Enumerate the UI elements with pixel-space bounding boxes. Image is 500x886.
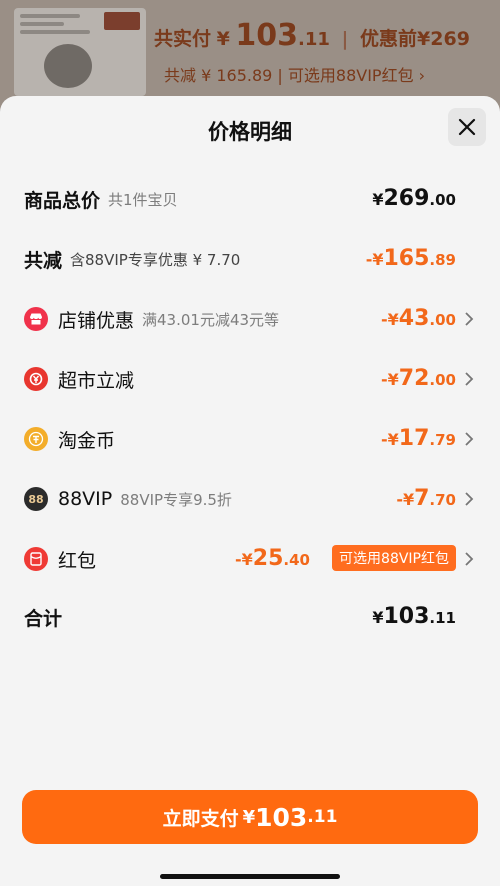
row-note: 含88VIP专享优惠 ¥ 7.70	[70, 250, 241, 269]
row-label: 88VIP	[58, 488, 113, 510]
row-note: 共1件宝贝	[108, 190, 178, 209]
home-indicator[interactable]	[160, 874, 340, 879]
background-discount-summary: 共减 ¥ 165.89 | 可选用88VIP红包 ›	[164, 66, 426, 85]
background-total-paid: 共实付 ¥ 103.11 | 优惠前¥269	[154, 18, 470, 53]
row-label: 商品总价	[24, 189, 101, 212]
vip-red-envelope-tag[interactable]: 可选用88VIP红包	[332, 545, 456, 571]
red-envelope-icon	[24, 547, 48, 571]
close-icon	[458, 118, 476, 136]
product-thumbnail	[14, 8, 146, 96]
chevron-right-icon	[465, 372, 474, 386]
row-shop-discount[interactable]: 店铺优惠 满43.01元减43元等 -¥43.00	[24, 302, 476, 336]
row-label: 店铺优惠	[58, 309, 135, 332]
chevron-right-icon	[465, 432, 474, 446]
row-sum: 合计 ¥103.11	[24, 600, 476, 634]
chevron-right-icon	[465, 552, 474, 566]
row-88vip[interactable]: 88 88VIP 88VIP专享9.5折 -¥7.70	[24, 482, 476, 516]
chevron-right-icon	[465, 312, 474, 326]
shop-icon	[24, 307, 48, 331]
close-button[interactable]	[448, 108, 486, 146]
row-note: 满43.01元减43元等	[142, 310, 280, 329]
row-label: 合计	[24, 607, 63, 630]
supermarket-cut-value: -¥72.00	[381, 366, 456, 391]
row-note: 88VIP专享9.5折	[120, 490, 232, 509]
supermarket-cut-icon	[24, 367, 48, 391]
price-detail-sheet: 价格明细 商品总价 共1件宝贝 ¥269.00 共减 含88VIP专享优惠 ¥ …	[0, 96, 500, 886]
background-order-summary: 共实付 ¥ 103.11 | 优惠前¥269 共减 ¥ 165.89 | 可选用…	[0, 0, 500, 110]
row-label: 淘金币	[58, 429, 116, 452]
sheet-title: 价格明细	[208, 120, 292, 144]
gold-coin-icon	[24, 427, 48, 451]
red-envelope-value: -¥25.40	[235, 546, 310, 571]
vip88-icon: 88	[24, 487, 48, 511]
row-label: 共减	[24, 249, 63, 272]
row-total-price: 商品总价 共1件宝贝 ¥269.00	[24, 182, 476, 216]
row-supermarket-cut[interactable]: 超市立减 -¥72.00	[24, 362, 476, 396]
sum-value: ¥103.11	[372, 604, 456, 629]
total-price-value: ¥269.00	[372, 186, 456, 211]
row-gold-coin[interactable]: 淘金币 -¥17.79	[24, 422, 476, 456]
row-red-envelope[interactable]: 红包 -¥25.40 可选用88VIP红包	[24, 542, 476, 576]
reduction-value: -¥165.89	[365, 246, 456, 271]
chevron-right-icon	[465, 492, 474, 506]
vip-discount-value: -¥7.70	[396, 486, 456, 511]
shop-discount-value: -¥43.00	[381, 306, 456, 331]
row-label: 超市立减	[58, 369, 135, 392]
gold-coin-value: -¥17.79	[381, 426, 456, 451]
pay-now-button[interactable]: 立即支付 ¥103.11	[22, 790, 478, 844]
row-total-reduction: 共减 含88VIP专享优惠 ¥ 7.70 -¥165.89	[24, 242, 476, 276]
row-label: 红包	[58, 549, 97, 572]
